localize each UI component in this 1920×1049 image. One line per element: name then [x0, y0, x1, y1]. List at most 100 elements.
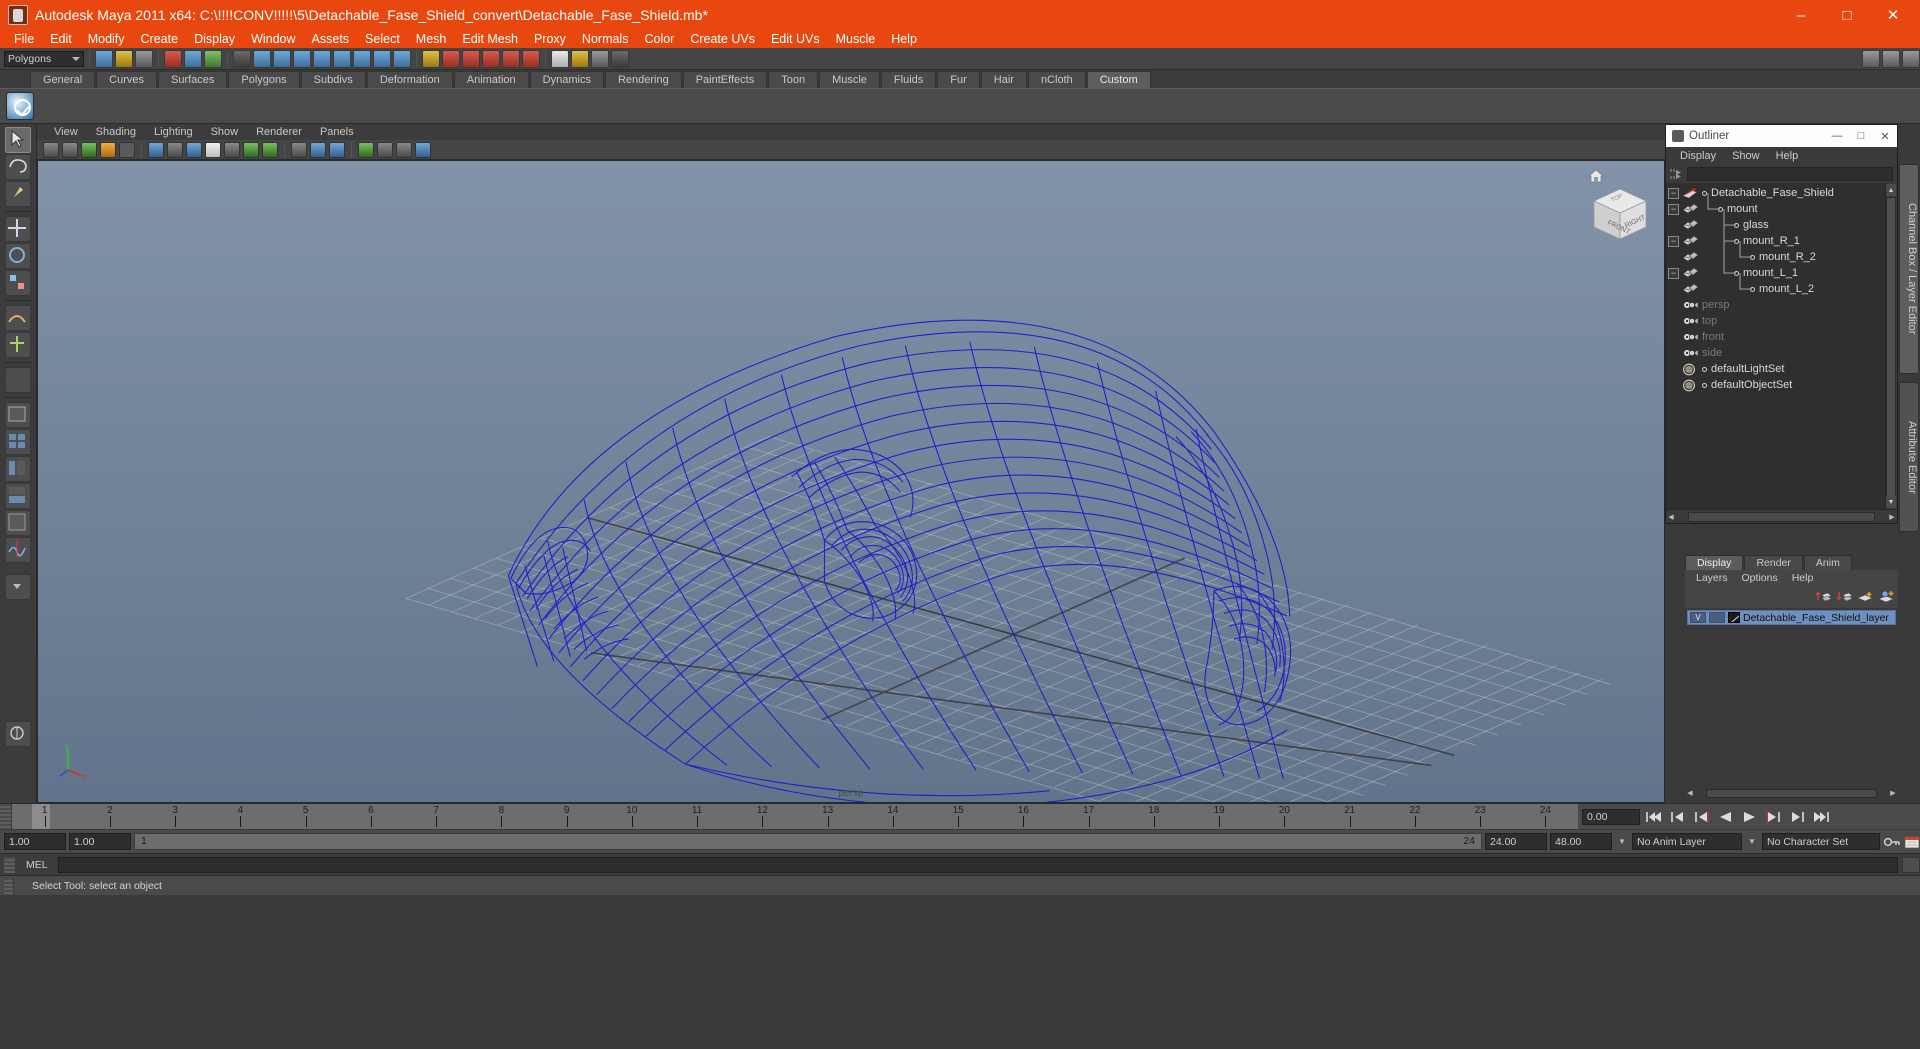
anim-start-field[interactable]: 1.00: [4, 833, 66, 850]
layer-editor-tab-anim[interactable]: Anim: [1803, 555, 1852, 570]
anim-layer-selector[interactable]: No Anim Layer: [1632, 833, 1742, 850]
move-layer-down-icon[interactable]: [1836, 590, 1852, 604]
shelf-tab-dynamics[interactable]: Dynamics: [529, 71, 604, 88]
chevron-down-icon[interactable]: ▼: [1745, 833, 1759, 850]
texture-display-icon[interactable]: [243, 141, 259, 158]
expand-collapse-icon[interactable]: −: [1668, 267, 1679, 279]
play-forwards-icon[interactable]: [1739, 808, 1760, 826]
character-set-selector[interactable]: No Character Set: [1762, 833, 1880, 850]
outliner-maximize-button[interactable]: □: [1849, 125, 1873, 147]
layer-list-hscrollbar[interactable]: ◀ ▶: [1685, 787, 1898, 799]
select-faces-button[interactable]: [373, 49, 391, 68]
scroll-thumb[interactable]: [1706, 788, 1877, 798]
step-forward-key-icon[interactable]: [1787, 808, 1808, 826]
outliner-item[interactable]: − mount: [1666, 201, 1897, 217]
render-current-frame-button[interactable]: [571, 49, 589, 68]
toggle-grid-icon[interactable]: [377, 141, 393, 158]
shelf-tab-surfaces[interactable]: Surfaces: [157, 71, 228, 88]
minimize-button[interactable]: –: [1778, 0, 1824, 30]
menu-set-selector[interactable]: Polygons: [4, 50, 84, 67]
home-view-icon[interactable]: [1588, 169, 1604, 183]
range-slider[interactable]: 1 24: [134, 833, 1482, 850]
menu-item-create-uvs[interactable]: Create UVs: [682, 30, 763, 48]
outliner-item[interactable]: mount_R_2: [1666, 249, 1897, 265]
layer-editor-tab-display[interactable]: Display: [1685, 555, 1744, 570]
menu-item-display[interactable]: Display: [186, 30, 243, 48]
menu-item-window[interactable]: Window: [243, 30, 303, 48]
outliner-minimize-button[interactable]: —: [1825, 125, 1849, 147]
select-by-hierarchy-button[interactable]: [253, 49, 271, 68]
snap-to-curve-button[interactable]: [482, 49, 500, 68]
menu-item-help[interactable]: Help: [883, 30, 925, 48]
outliner-menu-help[interactable]: Help: [1768, 150, 1807, 162]
select-hulls-button[interactable]: [393, 49, 411, 68]
lock-selection-button[interactable]: [422, 49, 440, 68]
outliner-persp-layout-button[interactable]: [5, 456, 31, 482]
tab-channel-box-layer-editor[interactable]: Channel Box / Layer Editor: [1899, 164, 1919, 374]
shelf-tab-toon[interactable]: Toon: [768, 71, 819, 88]
panel-menu-view[interactable]: View: [45, 126, 87, 138]
highlight-selection-button[interactable]: [442, 49, 460, 68]
outliner-close-button[interactable]: ✕: [1873, 125, 1897, 147]
playback-end-field[interactable]: 24.00: [1485, 833, 1547, 850]
four-view-layout-button[interactable]: [5, 429, 31, 455]
smooth-preview-icon[interactable]: [329, 141, 345, 158]
isolate-select-icon[interactable]: [358, 141, 374, 158]
auto-key-icon[interactable]: [1904, 835, 1920, 849]
outliner-item[interactable]: mount_L_2: [1666, 281, 1897, 297]
shade-wireframe-icon[interactable]: [224, 141, 240, 158]
scroll-left-icon[interactable]: ◀: [1685, 788, 1695, 798]
scale-tool-button[interactable]: [5, 270, 31, 296]
snap-to-point-button[interactable]: [502, 49, 520, 68]
outliner-item[interactable]: defaultLightSet: [1666, 361, 1897, 377]
last-tool-used-button[interactable]: [5, 367, 31, 393]
panel-menu-renderer[interactable]: Renderer: [247, 126, 311, 138]
save-scene-button[interactable]: [135, 49, 153, 68]
scroll-thumb[interactable]: [1688, 511, 1875, 522]
menu-item-assets[interactable]: Assets: [304, 30, 358, 48]
menu-item-edit-mesh[interactable]: Edit Mesh: [454, 30, 526, 48]
script-editor-button[interactable]: [1902, 856, 1920, 873]
shelf-tab-custom[interactable]: Custom: [1086, 71, 1151, 88]
layer-list[interactable]: V Detachable_Fase_Shield_layer: [1685, 608, 1898, 787]
menu-item-mesh[interactable]: Mesh: [408, 30, 455, 48]
layout-more-button[interactable]: [5, 574, 31, 600]
current-frame-field[interactable]: 0.00: [1582, 808, 1640, 825]
select-points-button[interactable]: [333, 49, 351, 68]
layer-visibility-toggle[interactable]: V: [1690, 612, 1706, 623]
select-by-component-type-button[interactable]: [293, 49, 311, 68]
time-slider-grip[interactable]: [0, 804, 12, 829]
new-layer-from-selected-icon[interactable]: [1878, 590, 1894, 604]
scroll-right-icon[interactable]: ▶: [1888, 788, 1898, 798]
menu-item-normals[interactable]: Normals: [574, 30, 637, 48]
menu-item-file[interactable]: File: [6, 30, 42, 48]
wireframe-shading-icon[interactable]: [148, 141, 164, 158]
shelf-tab-hair[interactable]: Hair: [980, 71, 1027, 88]
outliner-menu-display[interactable]: Display: [1672, 150, 1724, 162]
scroll-left-icon[interactable]: ◀: [1666, 512, 1676, 522]
outliner-item[interactable]: defaultObjectSet: [1666, 377, 1897, 393]
open-scene-button[interactable]: [115, 49, 133, 68]
show-channel-box-button[interactable]: [1862, 49, 1880, 68]
anim-end-field[interactable]: 48.00: [1550, 833, 1612, 850]
expand-collapse-icon[interactable]: −: [1668, 187, 1679, 199]
maximize-button[interactable]: □: [1824, 0, 1870, 30]
shelf-tab-polygons[interactable]: Polygons: [228, 71, 300, 88]
go-to-end-icon[interactable]: [1811, 808, 1832, 826]
expand-collapse-icon[interactable]: −: [1668, 203, 1679, 215]
redo-button[interactable]: [184, 49, 202, 68]
outliner-hscrollbar[interactable]: ◀ ▶: [1666, 509, 1897, 523]
persp-hypershade-layout-button[interactable]: [5, 510, 31, 536]
panel-menu-lighting[interactable]: Lighting: [145, 126, 202, 138]
camera-attributes-icon[interactable]: [62, 141, 78, 158]
rotate-tool-button[interactable]: [5, 243, 31, 269]
expand-collapse-icon[interactable]: −: [1668, 235, 1679, 247]
new-layer-icon[interactable]: [1857, 590, 1873, 604]
menu-item-edit-uvs[interactable]: Edit UVs: [763, 30, 828, 48]
shelf-tab-ncloth[interactable]: nCloth: [1027, 71, 1086, 88]
shelf-tab-curves[interactable]: Curves: [96, 71, 157, 88]
outliner-menu-show[interactable]: Show: [1724, 150, 1768, 162]
exposure-icon[interactable]: [415, 141, 431, 158]
menu-item-proxy[interactable]: Proxy: [526, 30, 574, 48]
layer-playback-toggle[interactable]: [1709, 612, 1725, 623]
